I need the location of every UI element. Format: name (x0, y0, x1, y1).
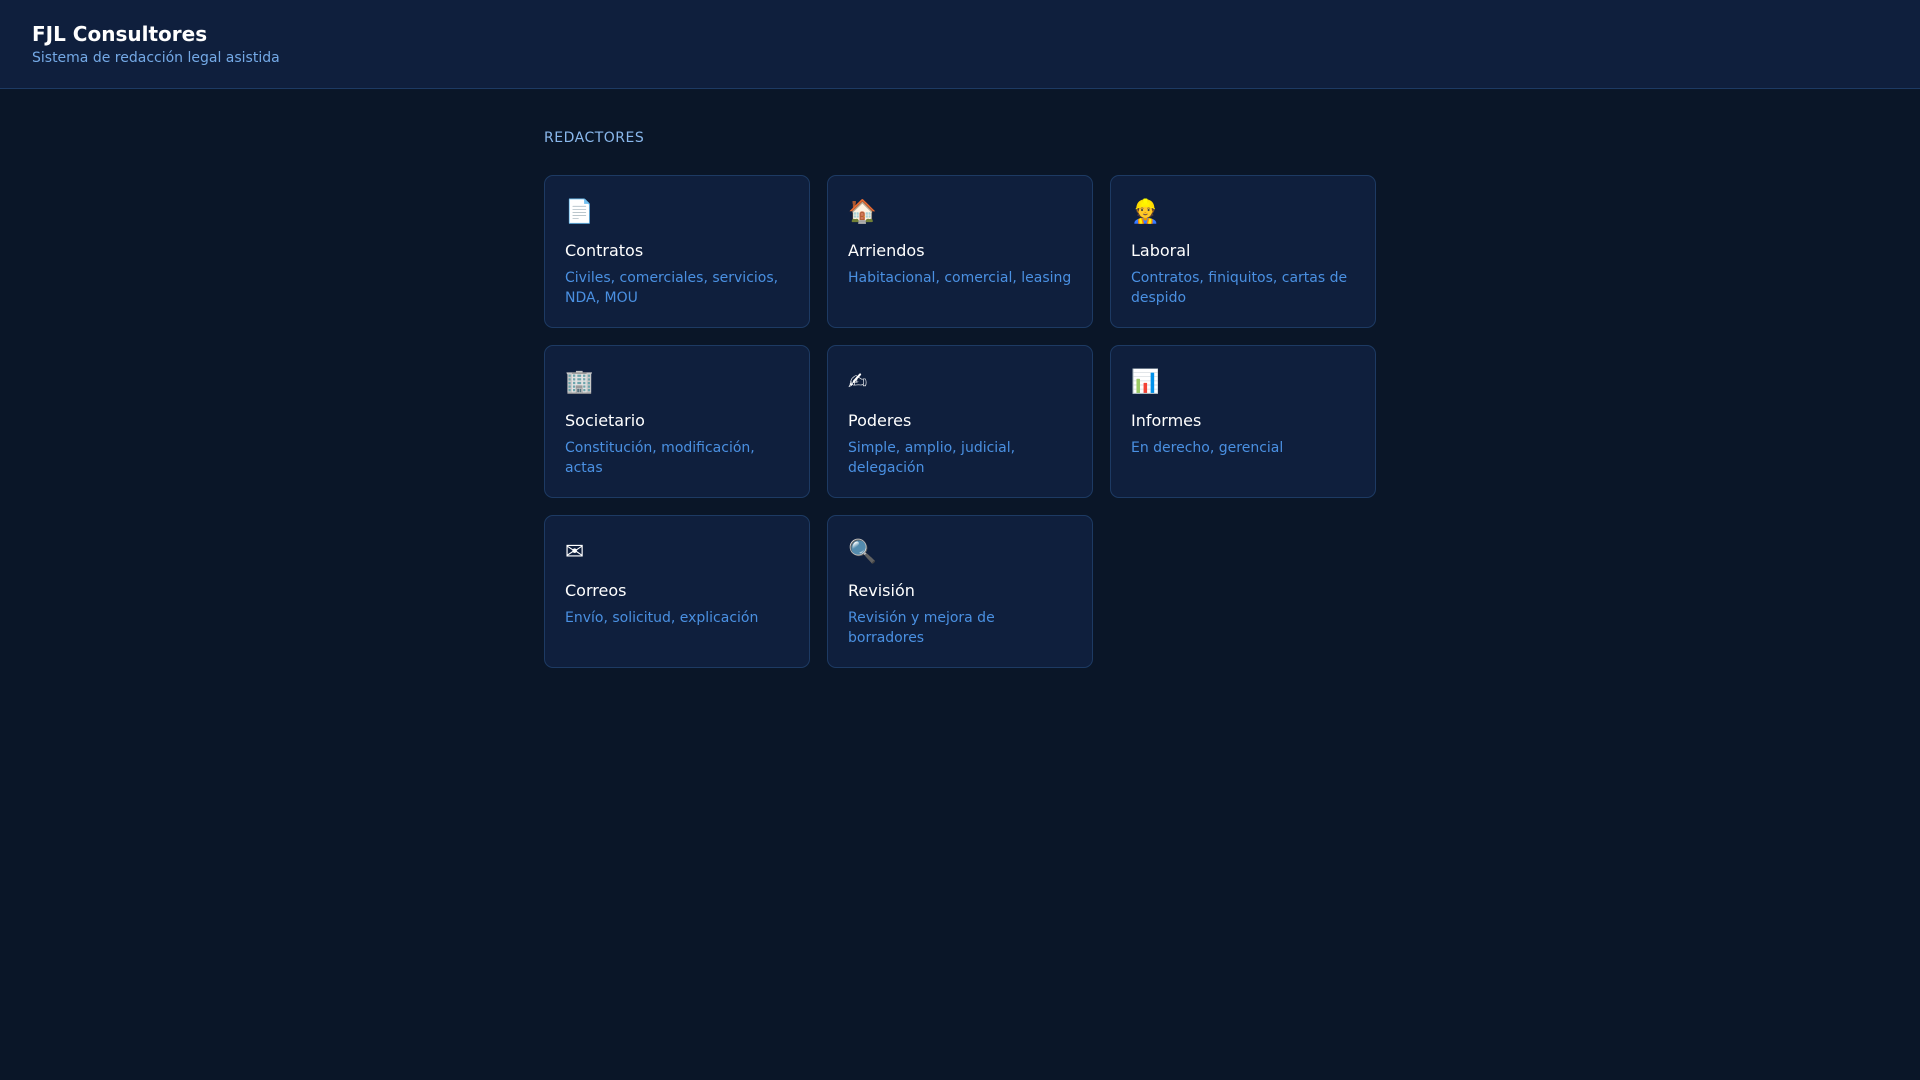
card-poderes[interactable]: ✍ Poderes Simple, amplio, judicial, dele… (827, 345, 1093, 498)
card-title: Revisión (848, 581, 915, 600)
card-title: Societario (565, 411, 645, 430)
office-building-icon: 🏢 (565, 369, 594, 395)
card-title: Correos (565, 581, 627, 600)
envelope-icon: ✉ (565, 539, 585, 565)
app-header: FJL Consultores Sistema de redacción leg… (0, 0, 1920, 89)
house-icon: 🏠 (848, 199, 877, 225)
card-laboral[interactable]: 👷 Laboral Contratos, finiquitos, cartas … (1110, 175, 1376, 328)
card-contratos[interactable]: 📄 Contratos Civiles, comerciales, servic… (544, 175, 810, 328)
card-title: Laboral (1131, 241, 1191, 260)
card-description: En derecho, gerencial (1131, 440, 1284, 456)
card-title: Poderes (848, 411, 912, 430)
writing-hand-icon: ✍ (848, 369, 868, 395)
card-title: Arriendos (848, 241, 925, 260)
app-title: FJL Consultores (32, 22, 208, 46)
card-description: Revisión y mejora de borradores (848, 610, 995, 646)
app-subtitle: Sistema de redacción legal asistida (32, 50, 280, 66)
card-description: Habitacional, comercial, leasing (848, 270, 1072, 286)
card-description: Contratos, finiquitos, cartas de despido (1131, 270, 1348, 306)
magnifier-icon: 🔍 (848, 539, 877, 565)
card-description: Simple, amplio, judicial, delegación (848, 440, 1016, 476)
document-icon: 📄 (565, 199, 594, 225)
card-description: Civiles, comerciales, servicios, NDA, MO… (565, 270, 779, 306)
drafter-grid: 📄 Contratos Civiles, comerciales, servic… (544, 175, 1376, 668)
card-revision[interactable]: 🔍 Revisión Revisión y mejora de borrador… (827, 515, 1093, 668)
card-arriendos[interactable]: 🏠 Arriendos Habitacional, comercial, lea… (827, 175, 1093, 328)
card-description: Constitución, modificación, actas (565, 440, 755, 476)
worker-icon: 👷 (1131, 199, 1160, 225)
section-label: REDACTORES (544, 130, 645, 146)
card-correos[interactable]: ✉ Correos Envío, solicitud, explicación (544, 515, 810, 668)
card-informes[interactable]: 📊 Informes En derecho, gerencial (1110, 345, 1376, 498)
bar-chart-icon: 📊 (1131, 369, 1160, 395)
main-content: REDACTORES 📄 Contratos Civiles, comercia… (544, 130, 1376, 668)
card-title: Contratos (565, 241, 644, 260)
card-title: Informes (1131, 411, 1202, 430)
card-description: Envío, solicitud, explicación (565, 610, 759, 626)
card-societario[interactable]: 🏢 Societario Constitución, modificación,… (544, 345, 810, 498)
